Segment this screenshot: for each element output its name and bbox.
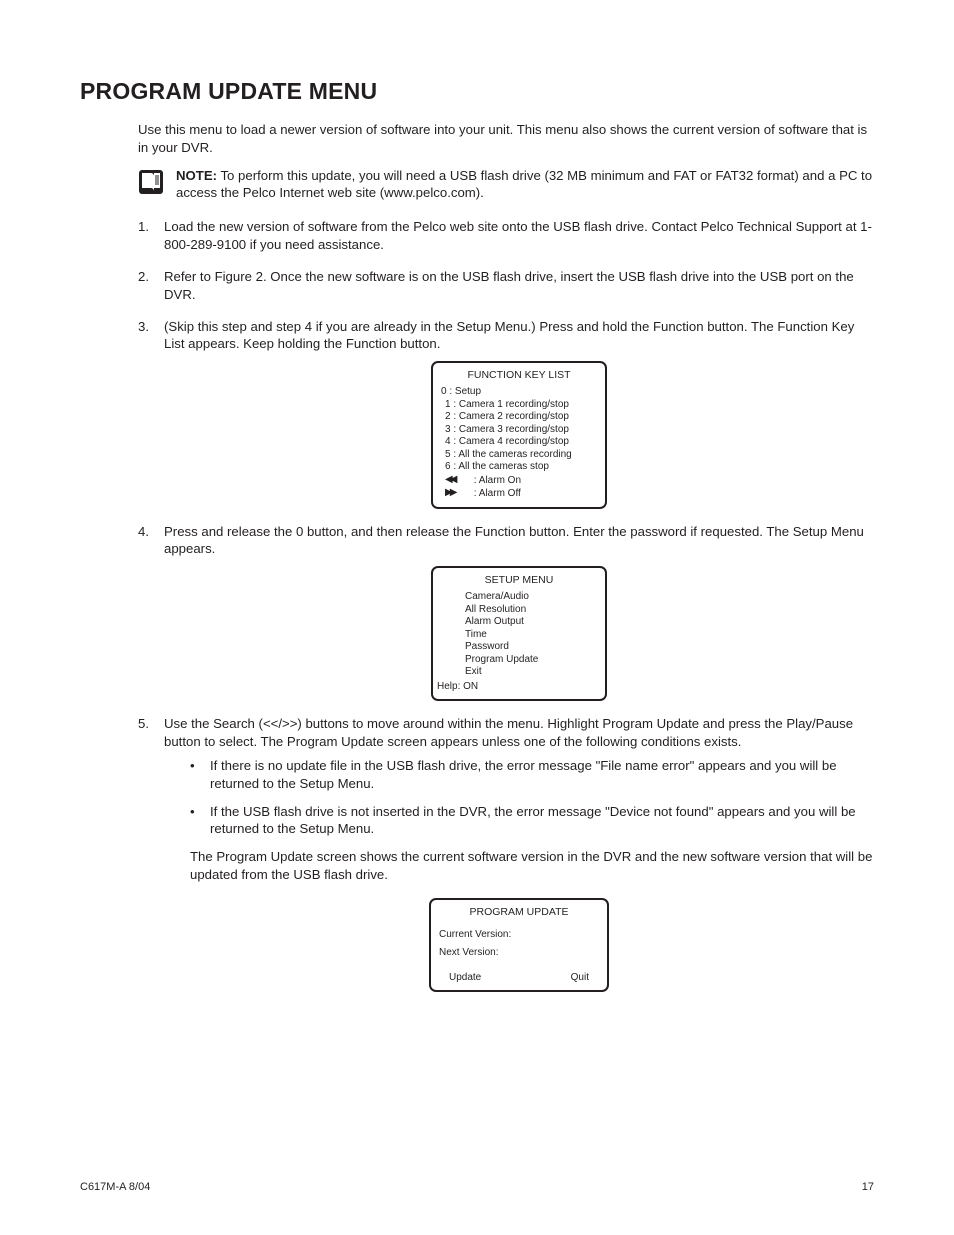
panel1-line-alarm-off: ▶▶ : Alarm Off bbox=[441, 487, 597, 500]
panel1-line-alarm-on: ◀◀ : Alarm On bbox=[441, 474, 597, 487]
steps-list: Load the new version of software from th… bbox=[138, 218, 874, 992]
panel1-alarm-on-text: : Alarm On bbox=[471, 475, 521, 486]
step-5-bullet-1: If there is no update file in the USB fl… bbox=[190, 757, 874, 793]
panel1-title: FUNCTION KEY LIST bbox=[441, 369, 597, 382]
panel1-line: 5 : All the cameras recording bbox=[441, 449, 597, 462]
footer-doc-id: C617M-A 8/04 bbox=[80, 1181, 150, 1193]
program-update-screen: PROGRAM UPDATE Current Version: Next Ver… bbox=[429, 898, 609, 993]
panel1-alarm-off-text: : Alarm Off bbox=[471, 488, 521, 499]
page-title: PROGRAM UPDATE MENU bbox=[80, 78, 874, 105]
panel2-line: Alarm Output bbox=[465, 616, 597, 629]
step-2-text: Refer to Figure 2. Once the new software… bbox=[164, 269, 854, 302]
panel2-line: Program Update bbox=[465, 654, 597, 667]
step-3-text: (Skip this step and step 4 if you are al… bbox=[164, 319, 854, 352]
step-5-bullets: If there is no update file in the USB fl… bbox=[190, 757, 874, 838]
step-1: Load the new version of software from th… bbox=[138, 218, 874, 254]
note-icon bbox=[138, 169, 164, 195]
step-3: (Skip this step and step 4 if you are al… bbox=[138, 318, 874, 509]
step-4: Press and release the 0 button, and then… bbox=[138, 523, 874, 702]
step-5: Use the Search (<</>>) buttons to move a… bbox=[138, 715, 874, 992]
step-4-text: Press and release the 0 button, and then… bbox=[164, 524, 864, 557]
panel2-line: Password bbox=[465, 641, 597, 654]
note-block: NOTE: To perform this update, you will n… bbox=[138, 167, 874, 203]
fast-forward-icon: ▶▶ bbox=[445, 487, 471, 500]
panel2-line: Camera/Audio bbox=[465, 591, 597, 604]
footer-page-number: 17 bbox=[862, 1181, 874, 1193]
panel1-line: 3 : Camera 3 recording/stop bbox=[441, 424, 597, 437]
step-2: Refer to Figure 2. Once the new software… bbox=[138, 268, 874, 304]
panel3-quit-label: Quit bbox=[571, 972, 589, 985]
panel3-title: PROGRAM UPDATE bbox=[439, 906, 599, 919]
function-key-list-screen: FUNCTION KEY LIST 0 : Setup 1 : Camera 1… bbox=[431, 361, 607, 508]
step-5-text: Use the Search (<</>>) buttons to move a… bbox=[164, 716, 853, 749]
intro-paragraph: Use this menu to load a newer version of… bbox=[138, 121, 874, 157]
setup-menu-screen: SETUP MENU Camera/Audio All Resolution A… bbox=[431, 566, 607, 701]
page-footer: C617M-A 8/04 17 bbox=[80, 1181, 874, 1193]
panel1-line: 1 : Camera 1 recording/stop bbox=[441, 399, 597, 412]
panel1-line: 0 : Setup bbox=[441, 386, 597, 399]
panel2-title: SETUP MENU bbox=[441, 574, 597, 587]
panel2-line: Exit bbox=[465, 666, 597, 679]
rewind-icon: ◀◀ bbox=[445, 474, 471, 487]
panel1-line: 2 : Camera 2 recording/stop bbox=[441, 411, 597, 424]
note-body: To perform this update, you will need a … bbox=[176, 168, 872, 201]
panel2-line: Time bbox=[465, 629, 597, 642]
note-label: NOTE: bbox=[176, 168, 217, 183]
step-5-bullet-2: If the USB flash drive is not inserted i… bbox=[190, 803, 874, 839]
panel3-next-version: Next Version: bbox=[439, 947, 599, 960]
note-text: NOTE: To perform this update, you will n… bbox=[176, 167, 874, 203]
panel2-help-line: Help: ON bbox=[437, 681, 597, 694]
panel3-current-version: Current Version: bbox=[439, 929, 599, 942]
step-1-text: Load the new version of software from th… bbox=[164, 219, 872, 252]
panel1-line: 6 : All the cameras stop bbox=[441, 461, 597, 474]
panel1-line: 4 : Camera 4 recording/stop bbox=[441, 436, 597, 449]
panel3-update-label: Update bbox=[449, 972, 481, 985]
step-5-followup: The Program Update screen shows the curr… bbox=[190, 848, 874, 884]
panel2-line: All Resolution bbox=[465, 604, 597, 617]
